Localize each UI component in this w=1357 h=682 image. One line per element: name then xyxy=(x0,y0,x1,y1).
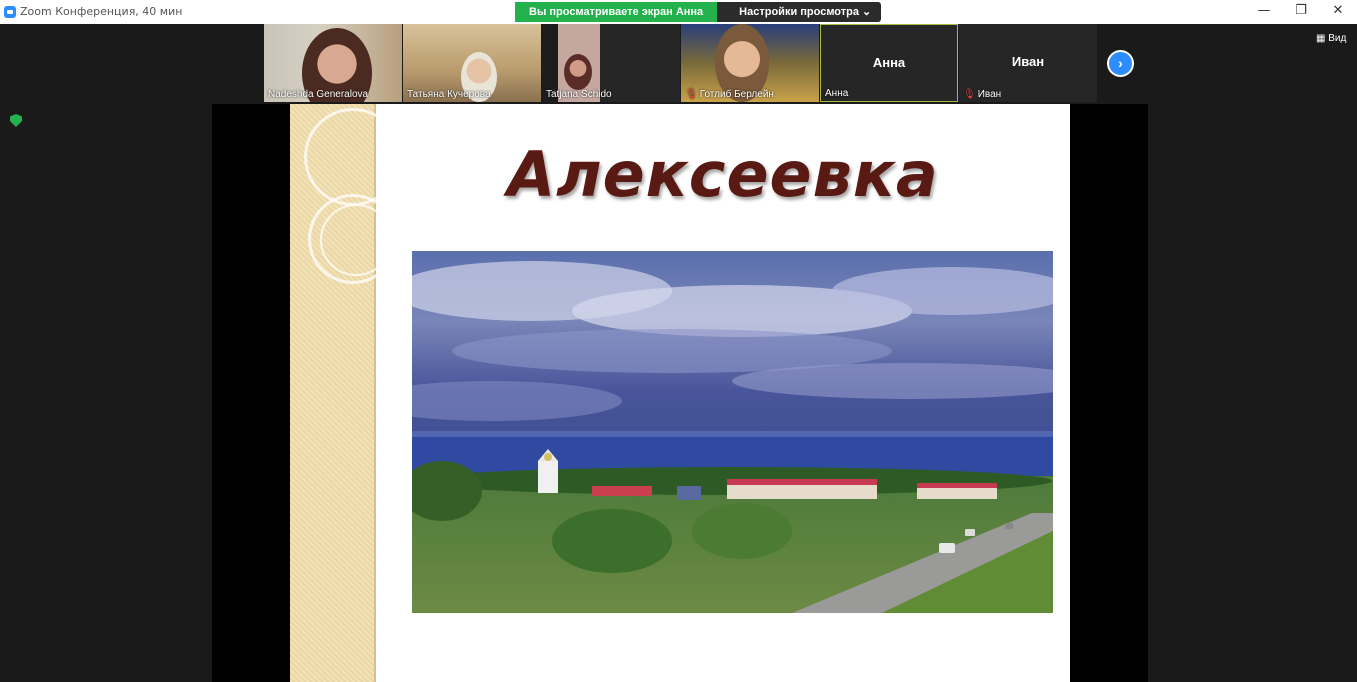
zoom-app-icon xyxy=(4,6,16,18)
presentation-slide: Алексеевка xyxy=(290,104,1070,682)
participant-strip: Nadeshda Generalova Татьяна Кучерова Tat… xyxy=(264,24,1098,104)
participant-name: Tatjana Schido xyxy=(546,89,612,100)
view-settings-button[interactable]: Настройки просмотра ⌄ xyxy=(717,2,882,22)
participant-big-name: Анна xyxy=(872,55,906,70)
share-status-label: Вы просматриваете экран Анна xyxy=(515,2,718,22)
participant-name: Татьяна Кучерова xyxy=(407,89,491,100)
participant-tile[interactable]: Иван 🎙 Иван xyxy=(959,24,1097,102)
participant-name: Nadeshda Generalova xyxy=(268,89,369,100)
mic-muted-icon: 🎙 xyxy=(963,89,976,100)
participant-tile[interactable]: Татьяна Кучерова xyxy=(403,24,541,102)
participant-tile[interactable]: Nadeshda Generalova xyxy=(264,24,402,102)
title-bar: Zoom Конференция, 40 мин Вы просматривае… xyxy=(0,0,1357,24)
landscape-photo xyxy=(412,251,1053,613)
close-button[interactable]: ✕ xyxy=(1319,0,1357,24)
mic-muted-icon: 🎙 xyxy=(685,89,698,100)
participant-video xyxy=(564,54,592,90)
window-title: Zoom Конференция, 40 мин xyxy=(20,5,183,18)
maximize-button[interactable]: ❐ xyxy=(1282,0,1320,24)
slide-photo xyxy=(412,251,1053,613)
participant-name: Анна xyxy=(825,88,849,99)
slide-decor-ring xyxy=(320,204,392,276)
grid-icon: ▦ xyxy=(1316,33,1329,44)
slide-title: Алексеевка xyxy=(507,138,939,211)
participant-big-name: Иван xyxy=(1011,54,1045,69)
participant-tile[interactable]: 🎙 Готлиб Берлейн xyxy=(681,24,819,102)
view-button[interactable]: ▦ Вид xyxy=(1316,33,1346,44)
share-banner: Вы просматриваете экран Анна Настройки п… xyxy=(515,2,882,22)
participant-name: 🎙 Готлиб Берлейн xyxy=(685,89,774,100)
participant-tile[interactable]: Tatjana Schido xyxy=(542,24,680,102)
participant-name: 🎙 Иван xyxy=(963,89,1002,100)
participant-tile-active[interactable]: Анна Анна xyxy=(820,24,958,102)
encryption-shield-icon xyxy=(10,114,22,127)
meeting-area: Nadeshda Generalova Татьяна Кучерова Tat… xyxy=(0,24,1357,682)
minimize-button[interactable]: — xyxy=(1245,0,1283,24)
shared-screen: Алексеевка xyxy=(212,104,1148,682)
next-page-button[interactable]: › xyxy=(1107,50,1134,77)
